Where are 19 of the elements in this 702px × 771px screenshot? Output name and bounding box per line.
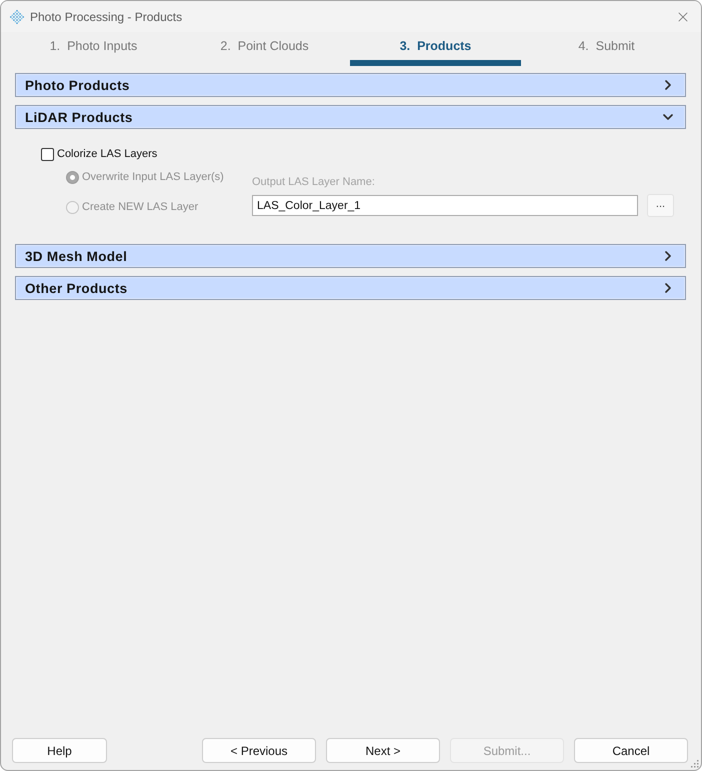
resize-grip-icon[interactable] xyxy=(690,759,699,768)
wizard-tab[interactable]: 1. Photo Inputs xyxy=(8,32,179,66)
wizard-tab[interactable]: 4. Submit xyxy=(521,32,692,66)
dialog-button[interactable]: < Previous xyxy=(202,738,316,763)
section-header[interactable]: LiDAR Products xyxy=(15,105,686,129)
dialog-button[interactable]: Help xyxy=(12,738,107,763)
wizard-tab[interactable]: 2. Point Clouds xyxy=(179,32,350,66)
browse-button[interactable]: ... xyxy=(647,194,674,217)
field-label: Output LAS Layer Name: xyxy=(252,175,375,189)
dialog-button[interactable]: Next > xyxy=(326,738,440,763)
window-title: Photo Processing - Products xyxy=(30,10,182,24)
colorize-checkbox[interactable]: Colorize LAS Layers xyxy=(41,147,158,161)
section-header[interactable]: 3D Mesh Model xyxy=(15,244,686,268)
section-header[interactable]: Photo Products xyxy=(15,73,686,97)
app-logo-icon xyxy=(9,8,25,24)
wizard-tab[interactable]: 3. Products xyxy=(350,32,521,66)
section-header[interactable]: Other Products xyxy=(15,276,686,300)
dialog-button[interactable]: Cancel xyxy=(574,738,688,763)
layer-name-field[interactable]: LAS_Color_Layer_1 xyxy=(252,195,638,216)
